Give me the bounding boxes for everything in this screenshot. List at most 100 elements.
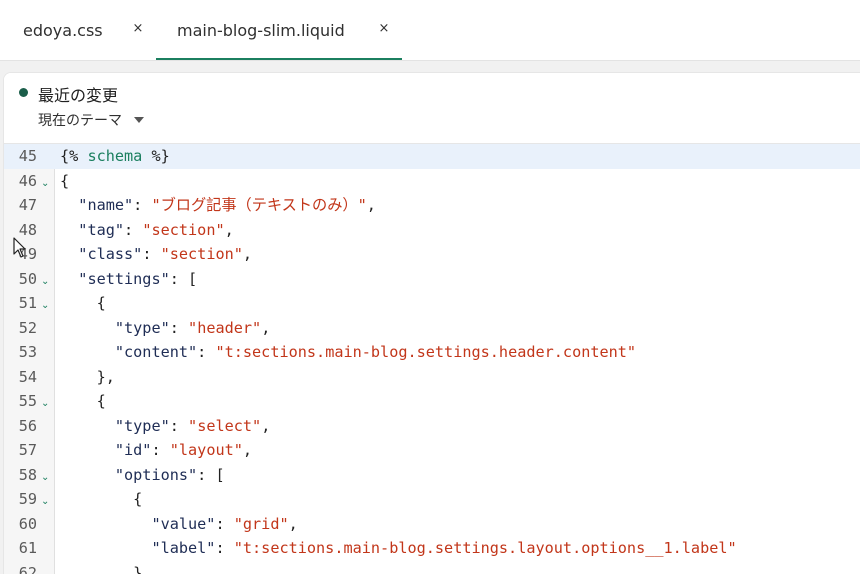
code-line[interactable]: 55⌄ {	[4, 389, 860, 414]
code-text: "content": "t:sections.main-blog.setting…	[60, 340, 636, 365]
line-number: 50	[4, 267, 37, 292]
string-token: "header"	[188, 319, 261, 337]
punctuation-token: %}	[142, 147, 169, 165]
line-number: 51	[4, 291, 37, 316]
key-token: "settings"	[78, 270, 169, 288]
code-text: "options": [	[60, 463, 225, 488]
code-line[interactable]: 47 "name": "ブログ記事（テキストのみ）",	[4, 193, 860, 218]
key-token: "options"	[115, 466, 197, 484]
code-line[interactable]: 46⌄{	[4, 169, 860, 194]
code-line[interactable]: 57 "id": "layout",	[4, 438, 860, 463]
code-text: "settings": [	[60, 267, 197, 292]
code-area[interactable]: 45{% schema %}46⌄{47 "name": "ブログ記事（テキスト…	[4, 144, 860, 574]
line-number: 52	[4, 316, 37, 341]
key-token: "value"	[151, 515, 215, 533]
punctuation-token: :	[170, 417, 188, 435]
punctuation-token: :	[142, 245, 160, 263]
key-token: "type"	[115, 417, 170, 435]
punctuation-token: ,	[243, 245, 252, 263]
tab-main-blog-slim-liquid[interactable]: main-blog-slim.liquid ×	[156, 0, 402, 60]
code-line[interactable]: 52 "type": "header",	[4, 316, 860, 341]
code-line[interactable]: 48 "tag": "section",	[4, 218, 860, 243]
punctuation-token: :	[151, 441, 169, 459]
line-number: 62	[4, 561, 37, 574]
code-text: {	[60, 389, 106, 414]
theme-select[interactable]: 現在のテーマ	[38, 110, 144, 130]
editor-tab-bar: edoya.css × main-blog-slim.liquid ×	[0, 0, 860, 61]
code-text: "name": "ブログ記事（テキストのみ）",	[60, 193, 376, 218]
string-token: "t:sections.main-blog.settings.layout.op…	[234, 539, 737, 557]
code-text: }	[60, 561, 142, 574]
code-text: {	[60, 169, 69, 194]
line-number: 53	[4, 340, 37, 365]
panel-header: 最近の変更 現在のテーマ	[4, 73, 860, 144]
punctuation-token: {	[97, 294, 106, 312]
key-token: "content"	[115, 343, 197, 361]
punctuation-token: ,	[289, 515, 298, 533]
close-icon[interactable]: ×	[131, 21, 145, 36]
punctuation-token: ,	[261, 417, 270, 435]
string-token: "section"	[142, 221, 224, 239]
punctuation-token: {	[60, 172, 69, 190]
punctuation-token: ,	[243, 441, 252, 459]
punctuation-token: :	[170, 319, 188, 337]
code-line[interactable]: 61 "label": "t:sections.main-blog.settin…	[4, 536, 860, 561]
punctuation-token: :	[197, 343, 215, 361]
theme-select-label: 現在のテーマ	[38, 110, 122, 130]
punctuation-token: : [	[170, 270, 197, 288]
punctuation-token: {	[133, 490, 142, 508]
code-line[interactable]: 62 }	[4, 561, 860, 574]
code-text: {	[60, 487, 142, 512]
code-text: "tag": "section",	[60, 218, 234, 243]
code-text: {% schema %}	[60, 144, 170, 169]
code-line[interactable]: 60 "value": "grid",	[4, 512, 860, 537]
punctuation-token: },	[97, 368, 115, 386]
code-line[interactable]: 50⌄ "settings": [	[4, 267, 860, 292]
code-text: "type": "select",	[60, 414, 270, 439]
punctuation-token: {%	[60, 147, 87, 165]
line-number: 61	[4, 536, 37, 561]
code-text: "value": "grid",	[60, 512, 298, 537]
tab-edoya-css[interactable]: edoya.css ×	[0, 0, 156, 60]
line-number: 56	[4, 414, 37, 439]
code-line[interactable]: 56 "type": "select",	[4, 414, 860, 439]
code-line[interactable]: 49 "class": "section",	[4, 242, 860, 267]
string-token: "t:sections.main-blog.settings.header.co…	[215, 343, 636, 361]
punctuation-token: :	[124, 221, 142, 239]
recent-changes-title: 最近の変更	[38, 82, 118, 106]
string-token: "layout"	[170, 441, 243, 459]
tab-label: main-blog-slim.liquid	[177, 21, 345, 40]
code-line[interactable]: 58⌄ "options": [	[4, 463, 860, 488]
code-editor-panel: 最近の変更 現在のテーマ 45{% schema %}46⌄{47 "name"…	[3, 72, 860, 574]
punctuation-token: ,	[367, 196, 376, 214]
key-token: "id"	[115, 441, 152, 459]
close-icon[interactable]: ×	[377, 21, 391, 36]
status-dot-icon	[19, 88, 28, 97]
line-number: 60	[4, 512, 37, 537]
code-text: "class": "section",	[60, 242, 252, 267]
punctuation-token: }	[133, 564, 142, 574]
punctuation-token: :	[133, 196, 151, 214]
string-token: "grid"	[234, 515, 289, 533]
string-token: "select"	[188, 417, 261, 435]
code-line[interactable]: 53 "content": "t:sections.main-blog.sett…	[4, 340, 860, 365]
code-text: "id": "layout",	[60, 438, 252, 463]
key-token: "tag"	[78, 221, 124, 239]
code-text: "label": "t:sections.main-blog.settings.…	[60, 536, 737, 561]
key-token: "class"	[78, 245, 142, 263]
tab-label: edoya.css	[23, 21, 103, 40]
key-token: "name"	[78, 196, 133, 214]
line-number: 57	[4, 438, 37, 463]
line-number: 58	[4, 463, 37, 488]
code-line[interactable]: 51⌄ {	[4, 291, 860, 316]
code-line[interactable]: 45{% schema %}	[4, 144, 860, 169]
mouse-pointer-icon	[13, 237, 27, 259]
code-text: {	[60, 291, 106, 316]
key-token: "type"	[115, 319, 170, 337]
string-token: "ブログ記事（テキストのみ）"	[151, 196, 366, 214]
code-line[interactable]: 54 },	[4, 365, 860, 390]
code-line[interactable]: 59⌄ {	[4, 487, 860, 512]
punctuation-token: ,	[225, 221, 234, 239]
key-token: "label"	[151, 539, 215, 557]
string-token: "section"	[161, 245, 243, 263]
